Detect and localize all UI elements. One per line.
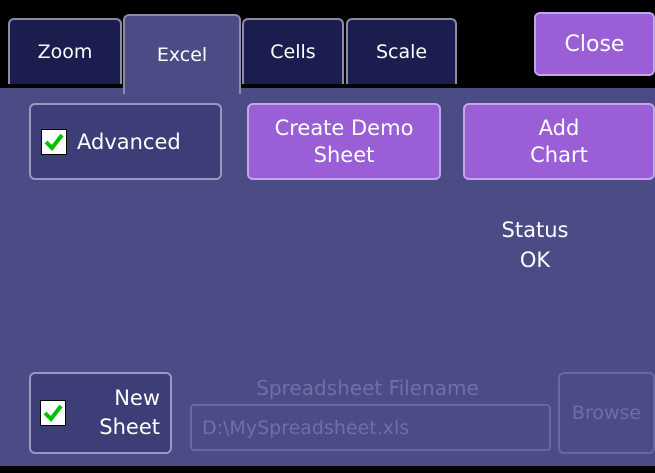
create-demo-line1: Create Demo [274, 115, 414, 140]
checkmark-icon [44, 133, 64, 151]
add-chart-line1: Add [538, 115, 580, 140]
advanced-toggle[interactable]: Advanced [29, 103, 222, 180]
close-button[interactable]: Close [534, 12, 655, 76]
new-sheet-toggle[interactable]: New Sheet [29, 372, 172, 454]
create-demo-sheet-button[interactable]: Create Demo Sheet [247, 103, 441, 180]
new-sheet-line1: New [114, 386, 160, 410]
spreadsheet-filename-label: Spreadsheet Filename [256, 376, 479, 400]
tab-scale[interactable]: Scale [346, 18, 457, 84]
add-chart-button[interactable]: Add Chart [463, 103, 655, 180]
create-demo-line2: Sheet [313, 142, 375, 167]
status-value: OK [519, 248, 551, 272]
panel-bottom-edge [0, 466, 655, 473]
tab-zoom[interactable]: Zoom [8, 18, 122, 84]
new-sheet-line2: Sheet [99, 415, 160, 439]
tab-excel[interactable]: Excel [123, 14, 241, 94]
new-sheet-label: New Sheet [66, 384, 170, 442]
tab-bar: Zoom Excel Cells Scale Close [0, 0, 655, 94]
advanced-checkbox[interactable] [41, 128, 67, 155]
browse-button: Browse [558, 372, 655, 454]
spreadsheet-filename-input: D:\MySpreadsheet.xls [190, 404, 551, 451]
add-chart-line2: Chart [530, 142, 588, 167]
advanced-label: Advanced [77, 129, 181, 154]
checkmark-icon [43, 404, 63, 423]
tab-cells[interactable]: Cells [242, 18, 344, 84]
new-sheet-checkbox[interactable] [40, 400, 66, 426]
status-label: Status [501, 218, 569, 242]
status-display: Status OK [495, 215, 575, 275]
